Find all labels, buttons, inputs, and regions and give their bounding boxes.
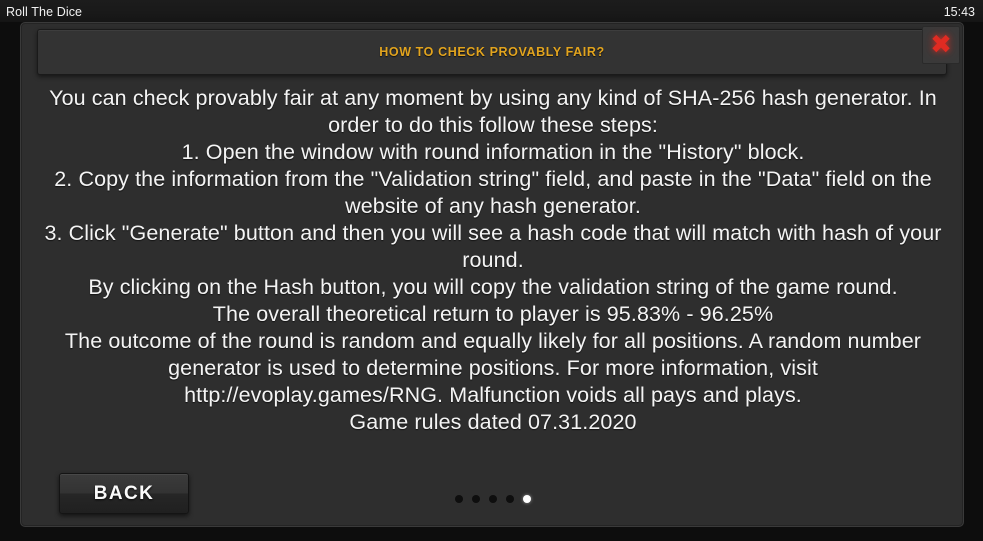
rules-paragraph: You can check provably fair at any momen… <box>49 86 937 137</box>
pagination-dot-active[interactable] <box>523 495 531 503</box>
game-frame: HOW TO CHECK PROVABLY FAIR? ✖ You can ch… <box>0 22 983 541</box>
page-title: HOW TO CHECK PROVABLY FAIR? <box>379 45 605 59</box>
rules-dialog: HOW TO CHECK PROVABLY FAIR? ✖ You can ch… <box>20 22 964 527</box>
app-title: Roll The Dice <box>6 5 83 19</box>
rules-body: You can check provably fair at any momen… <box>37 85 949 436</box>
rules-paragraph: The outcome of the round is random and e… <box>64 329 922 407</box>
pagination-dot[interactable] <box>455 495 463 503</box>
pagination-dots <box>21 495 965 503</box>
rules-paragraph: The overall theoretical return to player… <box>212 302 774 326</box>
system-clock: 15:43 <box>943 5 975 19</box>
close-button[interactable]: ✖ <box>922 26 960 64</box>
close-x-icon: ✖ <box>930 30 952 60</box>
rules-paragraph: 3. Click "Generate" button and then you … <box>44 221 942 272</box>
dialog-header: HOW TO CHECK PROVABLY FAIR? <box>37 29 947 75</box>
pagination-dot[interactable] <box>472 495 480 503</box>
pagination-dot[interactable] <box>489 495 497 503</box>
rules-paragraph: 2. Copy the information from the "Valida… <box>54 167 932 218</box>
os-topbar: Roll The Dice 15:43 <box>0 0 983 24</box>
rules-paragraph: By clicking on the Hash button, you will… <box>88 275 898 299</box>
rules-paragraph: Game rules dated 07.31.2020 <box>349 410 637 434</box>
pagination-dot[interactable] <box>506 495 514 503</box>
back-button[interactable]: BACK <box>59 473 189 514</box>
rules-paragraph: 1. Open the window with round informatio… <box>181 140 805 164</box>
